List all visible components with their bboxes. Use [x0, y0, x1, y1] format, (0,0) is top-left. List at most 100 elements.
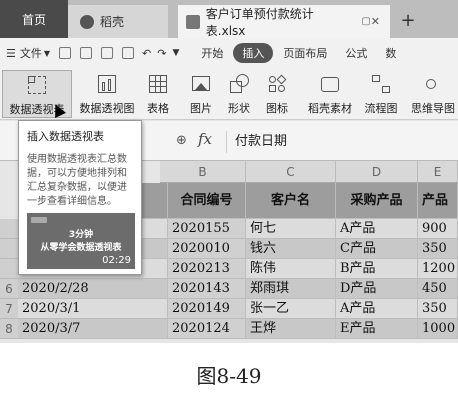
- figure-caption: 图8-49: [196, 364, 262, 388]
- table-cell-id[interactable]: 2020213: [168, 259, 246, 279]
- shape-label: 形状: [228, 102, 250, 115]
- docer-material-button[interactable]: 稻壳素材: [306, 70, 354, 118]
- table-cell-id[interactable]: 2020143: [168, 279, 246, 299]
- table-cell-name[interactable]: 王烨: [246, 319, 336, 339]
- icon-button[interactable]: 图标: [260, 70, 294, 118]
- icon-library-icon: [266, 73, 288, 95]
- video-duration: 02:29: [102, 255, 131, 266]
- row-header[interactable]: [0, 259, 18, 279]
- tooltip-title: 插入数据透视表: [27, 130, 104, 143]
- quick-access-chevron-icon[interactable]: ▼: [172, 48, 179, 58]
- row-header[interactable]: [0, 239, 18, 259]
- picture-icon: [190, 73, 212, 95]
- new-tab-button[interactable]: +: [394, 4, 422, 37]
- menu-start[interactable]: 开始: [193, 42, 231, 64]
- table-label: 表格: [147, 102, 169, 115]
- row-header[interactable]: 8: [0, 319, 18, 339]
- ribbon-menu-row: ☰ 文件 ▼ ↶ ↷ ▼ 开始 插入 页面布局 公式 数: [0, 38, 458, 68]
- redo-icon[interactable]: ↷: [157, 47, 166, 60]
- row-header[interactable]: 6: [0, 279, 18, 299]
- file-menu-label: 文件: [19, 47, 42, 60]
- mindmap-button[interactable]: 思维导图: [408, 70, 458, 118]
- column-header-d[interactable]: D: [336, 161, 418, 183]
- spreadsheet-window: 首页 稻壳 客户订单预付款统计表.xlsx ▢ ✕ + ☰ 文件 ▼ ↶ ↷ ▼ 开始 …: [0, 0, 458, 343]
- flowchart-button[interactable]: 流程图: [358, 70, 404, 118]
- insert-toolbar: 数据透视表 数据透视图 表格 图片 形状 图标 稻壳素材 流程图 思维导图: [0, 68, 458, 120]
- table-cell-qty[interactable]: 1200: [418, 259, 458, 279]
- table-cell-qty[interactable]: 900: [418, 219, 458, 239]
- file-menu[interactable]: ☰ 文件 ▼: [6, 45, 50, 61]
- table-cell-id[interactable]: 2020010: [168, 239, 246, 259]
- table-cell-product[interactable]: A产品: [336, 219, 418, 239]
- tooltip-description: 使用数据透视表汇总数据，可以方便地排列和汇总复杂数据，以便进一步查看详细信息。: [27, 154, 127, 207]
- menu-insert[interactable]: 插入: [233, 43, 274, 63]
- picture-button[interactable]: 图片: [184, 70, 218, 118]
- flowchart-label: 流程图: [364, 102, 398, 115]
- table-cell-product[interactable]: B产品: [336, 259, 418, 279]
- table-cell-date[interactable]: 2020/3/7: [18, 319, 168, 339]
- formula-input[interactable]: 付款日期: [226, 131, 458, 153]
- pivot-chart-label: 数据透视图: [79, 102, 135, 115]
- menu-data[interactable]: 数: [377, 42, 404, 64]
- table-cell-product[interactable]: E产品: [336, 319, 418, 339]
- header-product[interactable]: 采购产品: [336, 183, 418, 219]
- undo-icon[interactable]: ↶: [142, 47, 151, 60]
- print-icon[interactable]: [101, 47, 114, 59]
- tab-home[interactable]: 首页: [0, 0, 68, 38]
- spreadsheet-file-icon: [186, 14, 200, 29]
- header-contract-id[interactable]: 合同编号: [168, 183, 246, 219]
- table-cell-product[interactable]: D产品: [336, 279, 418, 299]
- material-icon: [319, 73, 341, 95]
- save-icon[interactable]: [80, 47, 93, 59]
- tutorial-video-thumbnail[interactable]: 3分钟 从零学会数据透视表 02:29: [27, 213, 135, 269]
- table-cell-qty[interactable]: 350: [418, 239, 458, 259]
- tab-docer[interactable]: 稻壳: [68, 5, 168, 38]
- row-header[interactable]: [0, 219, 18, 239]
- table-cell-id[interactable]: 2020155: [168, 219, 246, 239]
- tab-home-label: 首页: [21, 12, 46, 27]
- shape-button[interactable]: 形状: [222, 70, 256, 118]
- column-header-b[interactable]: B: [160, 161, 246, 183]
- table-cell-name[interactable]: 陈伟: [246, 259, 336, 279]
- mindmap-label: 思维导图: [411, 102, 455, 115]
- table-cell-product[interactable]: C产品: [336, 239, 418, 259]
- icon-label: 图标: [266, 102, 288, 115]
- header-customer[interactable]: 客户名: [246, 183, 336, 219]
- preview-icon[interactable]: [122, 47, 135, 59]
- table-cell-name[interactable]: 钱六: [246, 239, 336, 259]
- column-header-e[interactable]: E: [418, 161, 458, 183]
- header-qty[interactable]: 产品: [418, 183, 458, 219]
- table-icon: [147, 73, 169, 95]
- tab-docer-label: 稻壳: [100, 15, 125, 29]
- docer-icon: [80, 14, 94, 29]
- pivot-chart-button[interactable]: 数据透视图: [78, 70, 136, 118]
- table-cell-qty[interactable]: 450: [418, 279, 458, 299]
- table-cell-qty[interactable]: 1000: [418, 319, 458, 339]
- table-cell-name[interactable]: 郑雨琪: [246, 279, 336, 299]
- table-cell-qty[interactable]: 350: [418, 299, 458, 319]
- unsaved-dot-icon: ▢: [361, 16, 371, 27]
- mindmap-icon: [422, 73, 444, 95]
- table-cell-id[interactable]: 2020124: [168, 319, 246, 339]
- table-cell-name[interactable]: 张一乙: [246, 299, 336, 319]
- tab-workbook-label: 客户订单预付款统计表.xlsx: [205, 6, 314, 38]
- window-tab-bar: 首页 稻壳 客户订单预付款统计表.xlsx ▢ ✕ +: [0, 0, 458, 38]
- table-cell-id[interactable]: 2020149: [168, 299, 246, 319]
- table-cell-date[interactable]: 2020/2/28: [18, 279, 168, 299]
- table-cell-name[interactable]: 何七: [246, 219, 336, 239]
- column-header-c[interactable]: C: [246, 161, 336, 183]
- pivot-chart-icon: [96, 73, 118, 95]
- menu-formulas[interactable]: 公式: [337, 42, 375, 64]
- table-cell-date[interactable]: 2020/3/1: [18, 299, 168, 319]
- chevron-down-icon: ▼: [43, 48, 51, 58]
- zoom-search-icon[interactable]: ⊕: [176, 133, 187, 148]
- close-tab-icon[interactable]: ✕: [371, 15, 380, 28]
- menu-page-layout[interactable]: 页面布局: [275, 42, 335, 64]
- table-button[interactable]: 表格: [143, 70, 173, 118]
- row-header[interactable]: 7: [0, 299, 18, 319]
- fx-icon[interactable]: fx: [198, 130, 212, 148]
- docer-material-label: 稻壳素材: [308, 102, 352, 115]
- table-cell-product[interactable]: A产品: [336, 299, 418, 319]
- tab-workbook[interactable]: 客户订单预付款统计表.xlsx ▢ ✕: [178, 5, 390, 38]
- open-icon[interactable]: [59, 47, 72, 59]
